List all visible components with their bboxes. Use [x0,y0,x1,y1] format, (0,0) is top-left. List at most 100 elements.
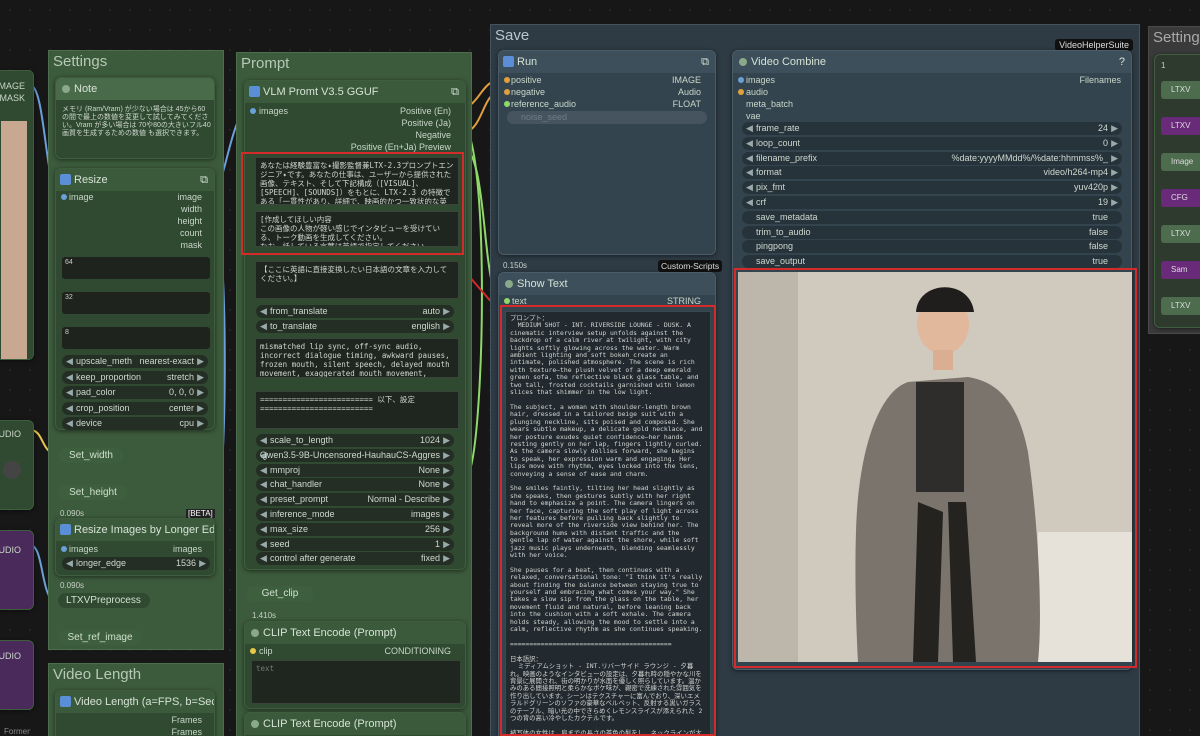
right-panel-node[interactable]: Image [1161,153,1200,171]
longer-edge-widget[interactable]: ◀ longer_edge 1536 ▶ [62,557,210,570]
vc-toggle-widget[interactable]: pingpong false [742,240,1122,254]
decrement-icon[interactable]: ◀ [746,137,753,150]
resize-option-widget[interactable]: ◀ keep_proportion stretch ▶ [62,370,208,384]
decrement-icon[interactable]: ◀ [746,152,753,165]
decrement-icon[interactable]: ◀ [260,493,267,506]
expand-icon[interactable]: ⧉ [200,169,208,191]
ltxv-preprocess-node[interactable]: LTXVPreprocess [58,593,150,608]
vlm-setting-widget[interactable]: ◀ control after generate fixed ▶ [256,552,454,566]
set-ref-image-node[interactable]: Set_ref_image [58,630,142,645]
note-header[interactable]: Note [56,78,214,100]
resize-longer-header[interactable]: Resize Images by Longer Ed... [56,519,214,541]
japanese-input-textarea[interactable]: 【ここに英語に直接変換したい日本語の文章を入力してください。】 [255,261,459,299]
clip-input-socket[interactable] [250,648,256,654]
increment-icon[interactable]: ▶ [1111,196,1118,209]
increment-icon[interactable]: ▶ [443,464,450,477]
vc-setting-widget[interactable]: ◀ format video/h264-mp4 ▶ [742,166,1122,180]
vlm-setting-widget[interactable]: ◀ inference_mode images ▶ [256,508,454,521]
set-height-node[interactable]: Set_height [58,485,128,500]
note-node[interactable]: Note メモリ (Ram/Vram) が少ない場合は 45から60の間で最上の… [55,77,215,159]
decrement-icon[interactable]: ◀ [746,122,753,135]
decrement-icon[interactable]: ◀ [260,552,267,565]
increment-icon[interactable]: ▶ [443,493,450,506]
right-panel-node[interactable]: LTXV [1161,297,1200,315]
increment-icon[interactable]: ▶ [443,320,450,333]
video-length-node[interactable]: Video Length (a=FPS, b=Sec... Frames Fra… [55,690,215,736]
increment-icon[interactable]: ▶ [443,449,450,462]
increment-icon[interactable]: ▶ [197,355,204,368]
resize-option-widget[interactable]: ◀ pad_color 0, 0, 0 ▶ [62,386,208,399]
decrement-icon[interactable]: ◀ [746,181,753,194]
noise-seed-widget[interactable]: noise_seed [507,111,707,124]
increment-icon[interactable]: ▶ [1111,122,1118,135]
clip-text-encode-node-2[interactable]: CLIP Text Encode (Prompt) [244,712,466,736]
right-panel-node[interactable]: LTXV [1161,117,1200,135]
decrement-icon[interactable]: ◀ [260,464,267,477]
decrement-icon[interactable]: ◀ [746,196,753,209]
vlm-setting-widget[interactable]: ◀ Qwen3.5-9B-Uncensored-HauhauCS-Aggres ▶ [256,448,454,462]
decrement-icon[interactable]: ◀ [66,386,73,399]
increment-icon[interactable]: ▶ [443,523,450,536]
height-value-field[interactable]: 32 [62,292,210,314]
set-width-node[interactable]: Set_width [58,448,124,463]
expand-icon[interactable]: ⧉ [451,81,459,103]
right-node-stack[interactable]: 1 LTXV LTXV Image CFG LTXV Sam LTXV [1154,54,1200,328]
images-input-socket[interactable] [250,108,256,114]
decrement-icon[interactable]: ◀ [260,434,267,447]
vlm-setting-widget[interactable]: ◀ max_size 256 ▶ [256,522,454,536]
right-panel-node[interactable]: CFG [1161,189,1200,207]
increment-icon[interactable]: ▶ [443,508,450,521]
resize-option-widget[interactable]: ◀ upscale_meth nearest-exact ▶ [62,355,208,368]
images-input-socket[interactable] [738,77,744,83]
vlm-setting-widget[interactable]: ◀ seed 1 ▶ [256,537,454,551]
menu-dots-icon[interactable] [3,461,21,479]
decrement-icon[interactable]: ◀ [260,320,267,333]
help-icon[interactable]: ? [1119,51,1125,73]
decrement-icon[interactable]: ◀ [260,523,267,536]
text-input-socket[interactable] [504,298,510,304]
increment-icon[interactable]: ▶ [1111,137,1118,150]
expand-icon[interactable]: ⧉ [701,51,709,73]
decrement-icon[interactable]: ◀ [260,305,267,318]
vc-setting-widget[interactable]: ◀ crf 19 ▶ [742,196,1122,209]
decrement-icon[interactable]: ◀ [66,355,73,368]
decrement-icon[interactable]: ◀ [66,417,73,430]
separator-textarea[interactable]: ========================= 以下、設定 ========… [255,391,459,429]
width-value-field[interactable]: 64 [62,257,210,279]
vlm-setting-widget[interactable]: ◀ preset_prompt Normal - Describe ▶ [256,493,454,507]
vc-toggle-widget[interactable]: save_output true [742,254,1122,268]
video-length-header[interactable]: Video Length (a=FPS, b=Sec... [56,691,214,713]
increment-icon[interactable]: ▶ [1111,181,1118,194]
reference-audio-input-socket[interactable] [504,101,510,107]
vc-setting-widget[interactable]: ◀ filename_prefix %date:yyyyMMdd%/%date:hh… [742,151,1122,165]
run-header[interactable]: Run ⧉ [499,51,715,73]
right-panel-node[interactable]: LTXV [1161,81,1200,99]
clip2-header[interactable]: CLIP Text Encode (Prompt) [245,713,465,735]
vc-setting-widget[interactable]: ◀ frame_rate 24 ▶ [742,122,1122,135]
resize-option-widget[interactable]: ◀ device cpu ▶ [62,417,208,430]
decrement-icon[interactable]: ◀ [66,371,73,384]
run-node[interactable]: Run ⧉ positive negative reference_audio I… [498,50,716,255]
increment-icon[interactable]: ▶ [197,402,204,415]
increment-icon[interactable]: ▶ [197,417,204,430]
vlm-setting-widget[interactable]: ◀ scale_to_length 1024 ▶ [256,434,454,447]
increment-icon[interactable]: ▶ [197,386,204,399]
decrement-icon[interactable]: ◀ [260,478,267,491]
right-panel-node[interactable]: LTXV [1161,225,1200,243]
video-combine-header[interactable]: Video Combine? [733,51,1131,73]
translate-option-widget[interactable]: ◀ from_translate auto ▶ [256,305,454,318]
images-input-socket[interactable] [61,546,67,552]
vlm-setting-widget[interactable]: ◀ chat_handler None ▶ [256,478,454,492]
divisible-value-field[interactable]: 8 [62,327,210,349]
decrement-icon[interactable]: ◀ [260,508,267,521]
increment-icon[interactable]: ▶ [443,478,450,491]
show-text-header[interactable]: Show Text [499,273,715,295]
negative-prompt-textarea[interactable]: mismatched lip sync, off-sync audio, inc… [255,338,459,378]
resize-longer-edge-node[interactable]: Resize Images by Longer Ed... images ima… [55,518,215,576]
vc-toggle-widget[interactable]: trim_to_audio false [742,225,1122,239]
image-input-socket[interactable] [61,194,67,200]
increment-icon[interactable]: ▶ [443,305,450,318]
increment-icon[interactable]: ▶ [1111,166,1118,179]
audio-input-socket[interactable] [738,89,744,95]
resize-header[interactable]: Resize ⧉ [56,169,214,191]
